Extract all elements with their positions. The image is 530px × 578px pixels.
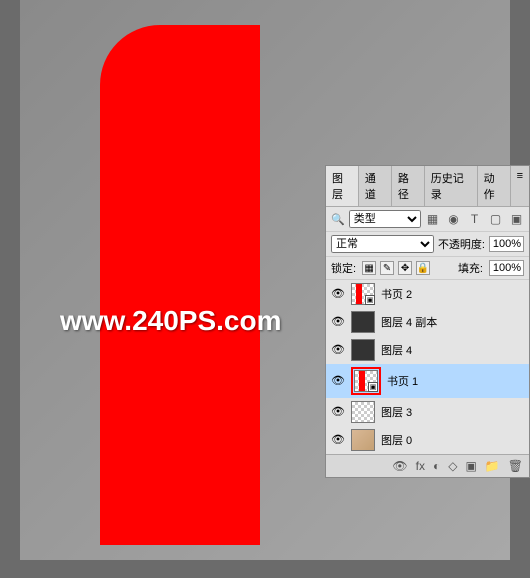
filter-adjust-icon[interactable]: ◉ [446,212,461,227]
layer-thumbnail[interactable] [351,429,375,451]
blend-row: 正常 不透明度: [326,232,529,257]
layer-row[interactable]: 图层 0 [326,426,529,454]
layer-row[interactable]: 图层 3 [326,398,529,426]
lock-brush-icon[interactable]: ✎ [380,261,394,275]
blend-mode-select[interactable]: 正常 [331,235,434,253]
visibility-icon[interactable] [331,315,345,329]
fx-icon[interactable]: fx [416,459,425,473]
filter-icons: ▦ ◉ T ▢ ▣ [425,212,524,227]
panel-tabs: 图层 通道 路径 历史记录 动作 ≡ [326,166,529,207]
search-icon: 🔍 [331,213,345,226]
lock-row: 锁定: ▦ ✎ ✥ 🔒 填充: [326,257,529,280]
lock-icons: ▦ ✎ ✥ 🔒 [362,261,430,275]
tab-paths[interactable]: 路径 [392,166,425,206]
filter-shape-icon[interactable]: ▢ [488,212,503,227]
layer-row[interactable]: 图层 4 副本 [326,308,529,336]
filter-text-icon[interactable]: T [467,212,482,227]
layers-panel: 图层 通道 路径 历史记录 动作 ≡ 🔍 类型 ▦ ◉ T ▢ ▣ 正常 不透明… [325,165,530,478]
filter-smart-icon[interactable]: ▣ [509,212,524,227]
visibility-icon[interactable] [331,343,345,357]
layer-name-label[interactable]: 书页 1 [387,373,418,389]
layer-list: ▣ 书页 2 图层 4 副本 图层 4 ▣ 书页 1 图层 3 [326,280,529,454]
panel-bottom-bar: 👁 fx ◐ ◇ ▣ 📁 🗑 [326,454,529,477]
mask-icon[interactable]: ◐ [433,459,440,473]
group-icon[interactable]: ▣ [465,459,476,473]
layer-name-label[interactable]: 图层 3 [381,404,412,420]
visibility-icon[interactable] [331,287,345,301]
tab-actions[interactable]: 动作 [478,166,511,206]
panel-menu-icon[interactable]: ≡ [511,166,529,206]
layer-name-label[interactable]: 图层 0 [381,432,412,448]
fill-label: 填充: [458,260,483,276]
adjustment-icon[interactable]: ◇ [448,459,457,473]
lock-label: 锁定: [331,260,356,276]
layer-thumbnail[interactable] [351,401,375,423]
type-filter-select[interactable]: 类型 [349,210,421,228]
layer-thumbnail[interactable] [351,311,375,333]
opacity-input[interactable] [489,236,524,252]
layer-thumbnail[interactable] [351,339,375,361]
new-layer-icon[interactable]: 📁 [485,459,500,473]
tab-channels[interactable]: 通道 [359,166,392,206]
visibility-icon[interactable] [331,405,345,419]
filter-row: 🔍 类型 ▦ ◉ T ▢ ▣ [326,207,529,232]
lock-position-icon[interactable]: ✥ [398,261,412,275]
lock-all-icon[interactable]: 🔒 [416,261,430,275]
layer-name-label[interactable]: 图层 4 [381,342,412,358]
trash-icon[interactable]: 🗑 [508,459,523,473]
visibility-icon[interactable] [331,374,345,388]
fill-input[interactable] [489,260,524,276]
layer-name-label[interactable]: 书页 2 [381,286,412,302]
tab-layers[interactable]: 图层 [326,166,359,206]
layer-thumbnail[interactable]: ▣ [354,370,378,392]
red-mask-overlay [100,25,260,545]
layer-row[interactable]: ▣ 书页 2 [326,280,529,308]
selection-highlight: ▣ [351,367,381,395]
layer-row[interactable]: ▣ 书页 1 [326,364,529,398]
opacity-label: 不透明度: [438,236,485,252]
layer-name-label[interactable]: 图层 4 副本 [381,314,437,330]
layer-row[interactable]: 图层 4 [326,336,529,364]
layer-thumbnail[interactable]: ▣ [351,283,375,305]
watermark-text: www.240PS.com [60,305,282,337]
filter-pixel-icon[interactable]: ▦ [425,212,440,227]
lock-transparency-icon[interactable]: ▦ [362,261,376,275]
link-icon[interactable]: 👁 [392,459,407,473]
tab-history[interactable]: 历史记录 [425,166,478,206]
visibility-icon[interactable] [331,433,345,447]
